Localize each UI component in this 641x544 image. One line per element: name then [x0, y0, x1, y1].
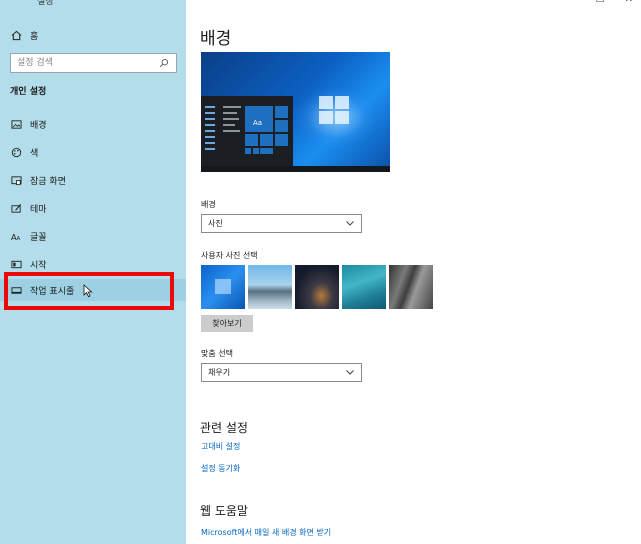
minimize-button[interactable]: —: [566, 0, 576, 5]
sidebar-item-label: 홈: [30, 31, 39, 42]
sidebar-item-label: 잠금 화면: [30, 176, 66, 187]
sidebar-item-label: 테마: [30, 204, 47, 215]
chevron-down-icon: [346, 221, 354, 226]
window-title: 설정: [37, 0, 54, 7]
sidebar-item-label: 배경: [30, 120, 47, 131]
thumbnail-night-sky[interactable]: [295, 265, 339, 309]
background-label: 배경: [201, 200, 216, 209]
section-title: 개인 설정: [10, 87, 47, 97]
thumbnail-windows[interactable]: [201, 265, 245, 309]
font-icon: AA: [10, 230, 22, 242]
fit-dropdown[interactable]: 채우기: [201, 363, 362, 382]
sidebar-item-label: 시작: [30, 260, 47, 271]
sidebar-item-home[interactable]: 홈: [0, 24, 186, 46]
sidebar-item-label: 글꼴: [30, 232, 47, 243]
sidebar-item-theme[interactable]: 테마: [0, 197, 186, 219]
palette-icon: [10, 146, 22, 158]
background-dropdown[interactable]: 사진: [201, 214, 362, 233]
related-settings-title: 관련 설정: [200, 421, 248, 435]
close-button[interactable]: ✕: [625, 0, 633, 5]
background-dropdown-value: 사진: [208, 219, 223, 228]
background-preview: Aa: [201, 52, 390, 172]
thumbnail-ocean[interactable]: [342, 265, 386, 309]
daily-wallpaper-link[interactable]: Microsoft에서 매일 새 배경 화면 받기: [201, 527, 331, 538]
home-icon: [10, 29, 22, 41]
mouse-cursor-icon: [83, 284, 93, 298]
choose-picture-label: 사용자 사진 선택: [201, 251, 258, 260]
sidebar-item-lock-screen[interactable]: 잠금 화면: [0, 169, 186, 191]
titlebar: ← 설정: [0, 0, 186, 8]
lock-screen-icon: [10, 174, 22, 186]
sidebar-item-label: 색: [30, 148, 39, 159]
web-help-title: 웹 도움말: [200, 504, 248, 518]
svg-text:A: A: [16, 236, 20, 242]
sidebar-item-background[interactable]: 배경: [0, 113, 186, 135]
window-controls: — ☐ ✕: [566, 0, 633, 5]
fit-dropdown-value: 채우기: [208, 368, 231, 377]
back-arrow-icon[interactable]: ←: [10, 0, 18, 4]
browse-button[interactable]: 찾아보기: [201, 315, 253, 332]
sync-settings-link[interactable]: 설정 동기화: [201, 463, 240, 474]
thumbnail-beach[interactable]: [248, 265, 292, 309]
preview-tile-text: Aa: [253, 119, 263, 127]
windows-logo-icon: [319, 96, 351, 126]
thumbnail-rocks[interactable]: [389, 265, 433, 309]
maximize-button[interactable]: ☐: [596, 0, 605, 5]
sidebar: ← 설정 홈 개인 설정 배경 색 잠금 화면: [0, 0, 186, 544]
picture-thumbnails: [201, 265, 433, 309]
start-icon: [10, 258, 22, 270]
search-input[interactable]: [11, 54, 158, 72]
sidebar-item-color[interactable]: 색: [0, 141, 186, 163]
search-input-container[interactable]: [10, 53, 177, 73]
start-menu-preview: Aa: [201, 96, 293, 166]
high-contrast-link[interactable]: 고대비 설정: [201, 441, 240, 452]
page-title: 배경: [200, 29, 232, 49]
fit-label: 맞춤 선택: [201, 349, 233, 358]
picture-icon: [10, 118, 22, 130]
theme-icon: [10, 202, 22, 214]
main-content: — ☐ ✕ 배경 Aa 배경 사진: [186, 0, 641, 544]
sidebar-item-fonts[interactable]: AA 글꼴: [0, 225, 186, 247]
search-icon[interactable]: [158, 57, 170, 69]
chevron-down-icon: [346, 370, 354, 375]
